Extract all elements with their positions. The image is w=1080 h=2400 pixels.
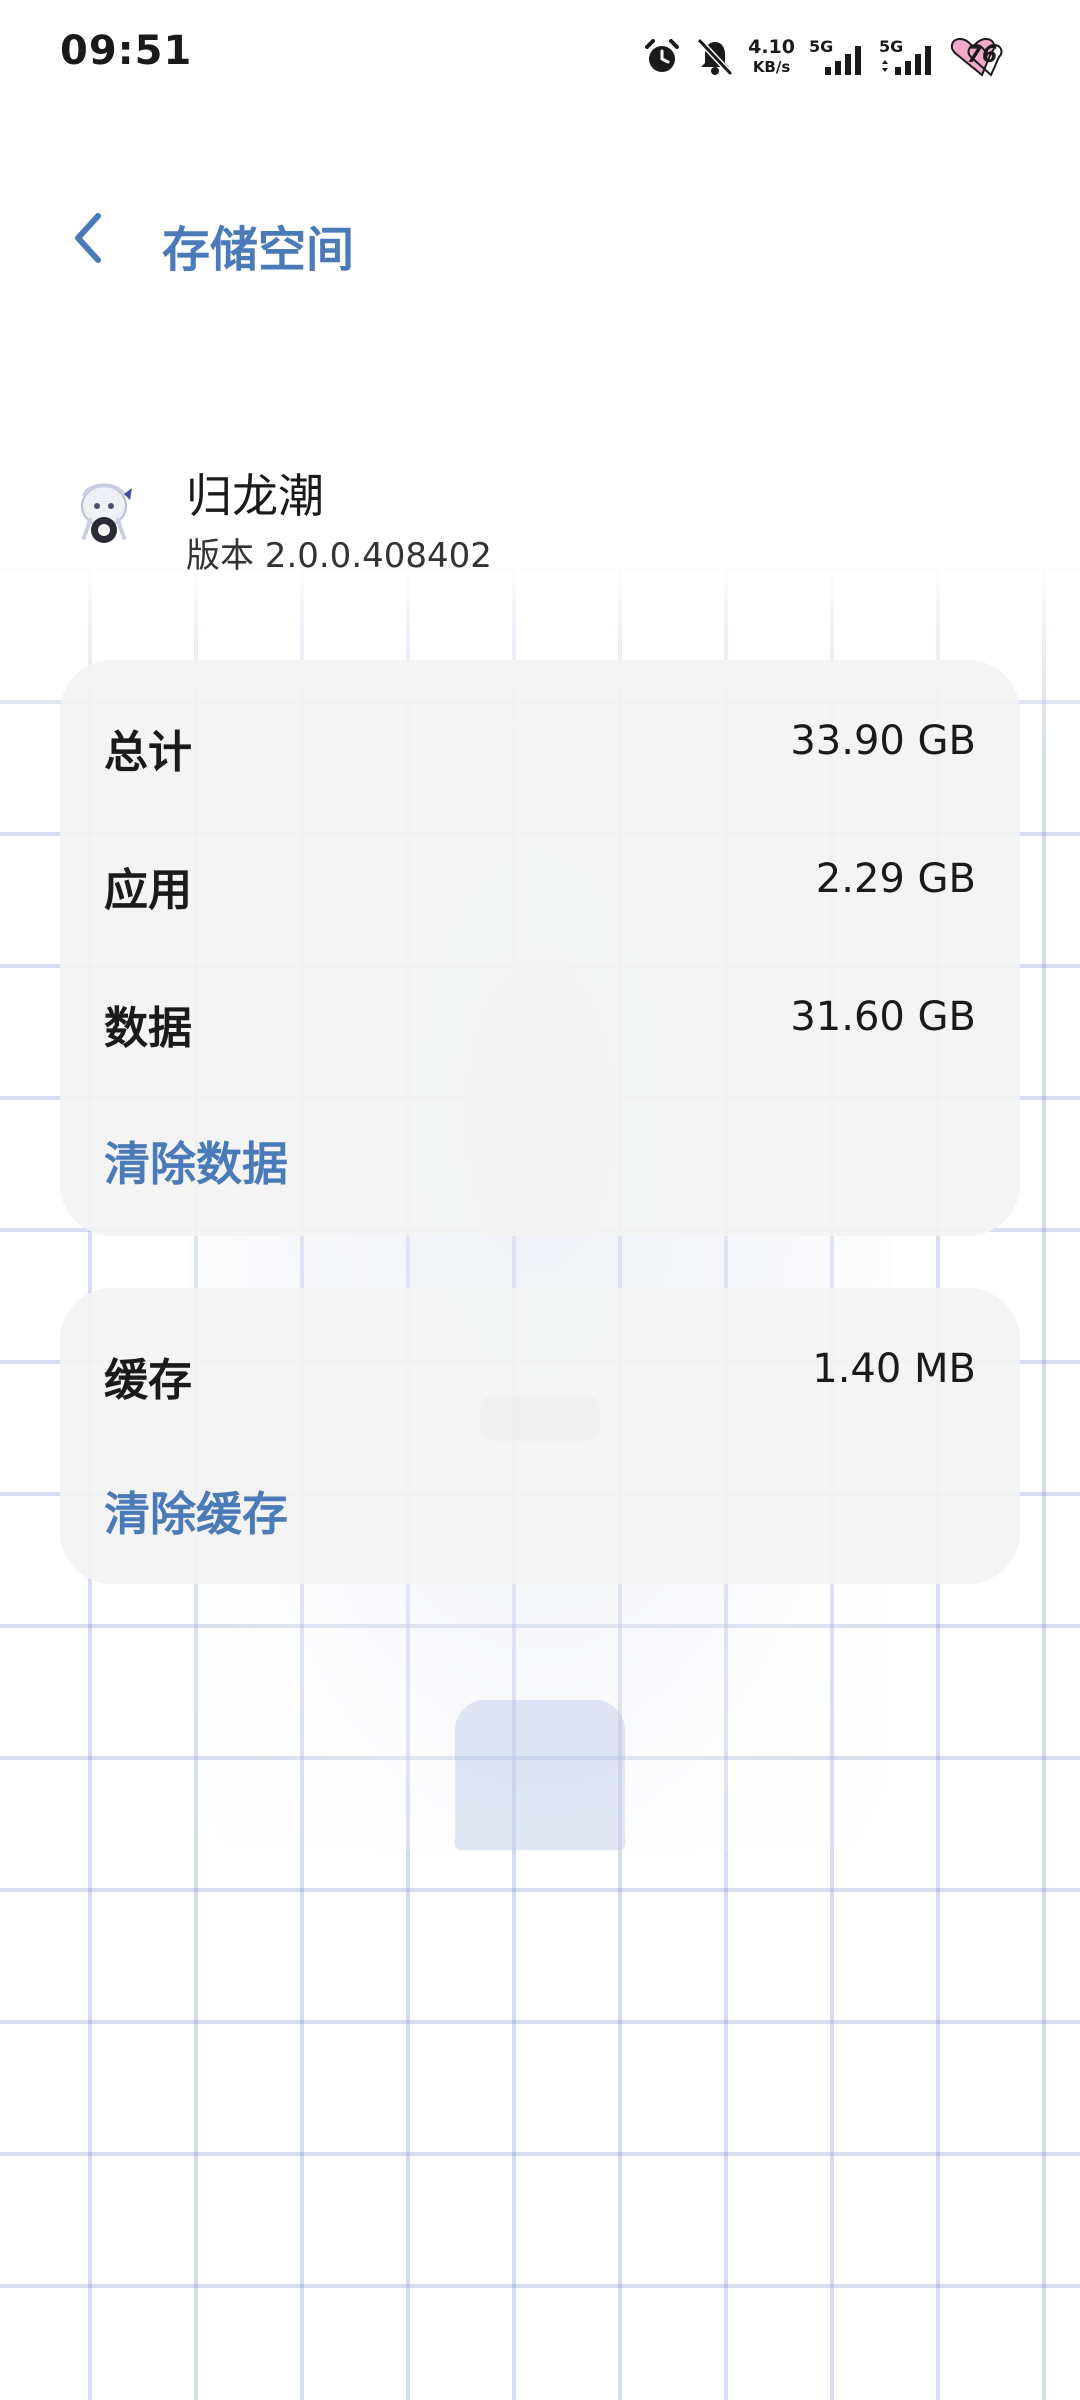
network-speed-unit: KB/s [752,58,791,76]
back-button[interactable] [52,202,124,274]
storage-row-value: 33.90 GB [790,718,976,764]
storage-row-label: 总计 [104,727,192,778]
storage-row-app: 应用 2.29 GB [104,840,976,920]
storage-row-total: 总计 33.90 GB [104,702,976,782]
network-speed-value: 4.10 [748,36,795,58]
storage-row-label: 应用 [104,865,192,916]
clear-cache-button[interactable]: 清除缓存 [104,1478,288,1544]
cache-label: 缓存 [104,1355,192,1406]
app-name: 归龙潮 [186,469,324,523]
clear-data-button[interactable]: 清除数据 [104,1128,288,1194]
status-icons: 4.10 KB/s 5G 5G 76 [642,34,1015,80]
status-time: 09:51 [60,28,193,74]
battery-level: 76 [966,43,998,68]
alarm-icon [642,37,682,77]
app-icon [70,476,142,548]
storage-row-value: 31.60 GB [790,994,976,1040]
status-bar: 09:51 4.10 KB/s 5G 5G 76 [0,0,1080,116]
storage-row-label: 数据 [104,1003,192,1054]
bell-off-icon [696,37,734,77]
chevron-left-icon [75,213,101,263]
battery-heart-icon: 76 [949,37,1015,77]
storage-card: 总计 33.90 GB 应用 2.29 GB 数据 31.60 GB 清除数据 [60,660,1020,1236]
cache-card: 缓存 1.40 MB 清除缓存 [60,1288,1020,1584]
storage-row-value: 2.29 GB [815,856,976,902]
app-info: 归龙潮 版本 2.0.0.408402 [0,440,1080,590]
page-title: 存储空间 [162,222,355,278]
signal-icon: 5G [809,37,865,77]
network-speed: 4.10 KB/s [748,37,795,77]
cache-value: 1.40 MB [812,1346,976,1392]
cache-row: 缓存 1.40 MB [104,1330,976,1410]
signal-icon: 5G [879,37,935,77]
page-header: 存储空间 [0,180,1080,300]
storage-row-data: 数据 31.60 GB [104,978,976,1058]
app-version: 版本 2.0.0.408402 [186,536,492,576]
